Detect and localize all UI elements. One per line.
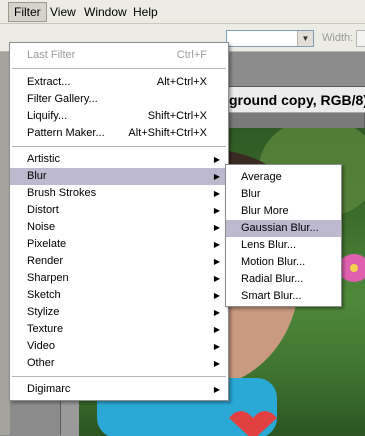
triangle-right-icon: ▶ xyxy=(213,206,220,215)
menu-item-label: Pattern Maker... xyxy=(27,127,105,139)
menu-item-filter-gallery[interactable]: Filter Gallery... xyxy=(10,91,228,108)
menu-item-label: Render xyxy=(27,255,64,267)
menu-item-label: Noise xyxy=(27,221,56,233)
submenu-item-average[interactable]: Average xyxy=(226,169,341,186)
triangle-right-icon: ▶ xyxy=(213,308,220,317)
menu-item-other[interactable]: Other ▶ xyxy=(10,355,228,372)
menu-item-render[interactable]: Render ▶ xyxy=(10,253,228,270)
triangle-right-icon: ▶ xyxy=(213,172,220,181)
menu-separator xyxy=(12,376,226,377)
triangle-right-icon: ▶ xyxy=(213,155,220,164)
triangle-right-icon: ▶ xyxy=(213,385,220,394)
menu-separator xyxy=(12,146,226,147)
menu-item-label: Distort xyxy=(27,204,59,216)
menu-item-last-filter[interactable]: Last Filter Ctrl+F xyxy=(10,47,228,64)
menu-filter[interactable]: Filter xyxy=(8,2,47,22)
menu-item-label: Video xyxy=(27,340,55,352)
menu-item-label: Lens Blur... xyxy=(241,239,297,251)
menu-item-pattern-maker[interactable]: Pattern Maker... Alt+Shift+Ctrl+X xyxy=(10,125,228,142)
submenu-item-blur-more[interactable]: Blur More xyxy=(226,203,341,220)
menu-item-label: Gaussian Blur... xyxy=(241,222,319,234)
menu-item-extract[interactable]: Extract... Alt+Ctrl+X xyxy=(10,74,228,91)
menu-item-label: Last Filter xyxy=(27,49,76,61)
menu-item-label: Blur xyxy=(241,188,261,200)
menu-item-shortcut: Alt+Shift+Ctrl+X xyxy=(128,127,207,139)
menu-item-noise[interactable]: Noise ▶ xyxy=(10,219,228,236)
triangle-right-icon: ▶ xyxy=(213,274,220,283)
menu-item-label: Stylize xyxy=(27,306,60,318)
submenu-item-smart-blur[interactable]: Smart Blur... xyxy=(226,288,341,305)
triangle-right-icon: ▶ xyxy=(213,291,220,300)
menu-item-label: Smart Blur... xyxy=(241,290,302,302)
menu-item-label: Blur More xyxy=(241,205,289,217)
triangle-right-icon: ▶ xyxy=(213,359,220,368)
menu-window[interactable]: Window xyxy=(79,2,132,22)
menu-item-label: Digimarc xyxy=(27,383,71,395)
triangle-right-icon: ▶ xyxy=(213,240,220,249)
menu-item-shortcut: Ctrl+F xyxy=(176,49,207,61)
menu-item-video[interactable]: Video ▶ xyxy=(10,338,228,355)
menu-item-pixelate[interactable]: Pixelate ▶ xyxy=(10,236,228,253)
chevron-down-icon[interactable]: ▼ xyxy=(297,31,313,46)
menu-item-label: Blur xyxy=(27,170,47,182)
menu-view[interactable]: View xyxy=(45,2,81,22)
menu-item-label: Sharpen xyxy=(27,272,69,284)
menu-item-label: Sketch xyxy=(27,289,61,301)
menu-item-label: Brush Strokes xyxy=(27,187,97,199)
blur-submenu: Average Blur Blur More Gaussian Blur... … xyxy=(225,164,342,307)
menu-item-artistic[interactable]: Artistic ▶ xyxy=(10,151,228,168)
submenu-item-radial-blur[interactable]: Radial Blur... xyxy=(226,271,341,288)
menu-item-label: Liquify... xyxy=(27,110,68,122)
width-label: Width: xyxy=(322,32,354,44)
menu-item-label: Other xyxy=(27,357,55,369)
triangle-right-icon: ▶ xyxy=(213,257,220,266)
menu-item-stylize[interactable]: Stylize ▶ xyxy=(10,304,228,321)
menu-item-label: Pixelate xyxy=(27,238,67,250)
triangle-right-icon: ▶ xyxy=(213,189,220,198)
menu-item-texture[interactable]: Texture ▶ xyxy=(10,321,228,338)
submenu-item-gaussian-blur[interactable]: Gaussian Blur... xyxy=(226,220,341,237)
filter-menu: Last Filter Ctrl+F Extract... Alt+Ctrl+X… xyxy=(9,42,229,401)
menu-item-label: Average xyxy=(241,171,282,183)
options-dropdown[interactable]: ▼ xyxy=(226,30,314,47)
menu-item-sharpen[interactable]: Sharpen ▶ xyxy=(10,270,228,287)
menu-item-label: Filter Gallery... xyxy=(27,93,98,105)
menu-item-distort[interactable]: Distort ▶ xyxy=(10,202,228,219)
menu-separator xyxy=(12,68,226,69)
menu-item-blur[interactable]: Blur ▶ xyxy=(10,168,228,185)
submenu-item-blur[interactable]: Blur xyxy=(226,186,341,203)
submenu-item-motion-blur[interactable]: Motion Blur... xyxy=(226,254,341,271)
submenu-item-lens-blur[interactable]: Lens Blur... xyxy=(226,237,341,254)
menu-item-liquify[interactable]: Liquify... Shift+Ctrl+X xyxy=(10,108,228,125)
menu-item-label: Texture xyxy=(27,323,64,335)
menu-item-sketch[interactable]: Sketch ▶ xyxy=(10,287,228,304)
menu-item-digimarc[interactable]: Digimarc ▶ xyxy=(10,381,228,398)
menu-item-shortcut: Alt+Ctrl+X xyxy=(156,76,207,88)
menu-bar: Filter View Window Help xyxy=(0,0,365,24)
triangle-right-icon: ▶ xyxy=(213,342,220,351)
menu-item-label: Motion Blur... xyxy=(241,256,306,268)
menu-item-label: Radial Blur... xyxy=(241,273,304,285)
triangle-right-icon: ▶ xyxy=(213,325,220,334)
menu-item-label: Extract... xyxy=(27,76,71,88)
menu-item-brush-strokes[interactable]: Brush Strokes ▶ xyxy=(10,185,228,202)
menu-item-shortcut: Shift+Ctrl+X xyxy=(147,110,207,122)
width-field[interactable] xyxy=(356,30,365,47)
triangle-right-icon: ▶ xyxy=(213,223,220,232)
menu-help[interactable]: Help xyxy=(128,2,163,22)
menu-item-label: Artistic xyxy=(27,153,60,165)
